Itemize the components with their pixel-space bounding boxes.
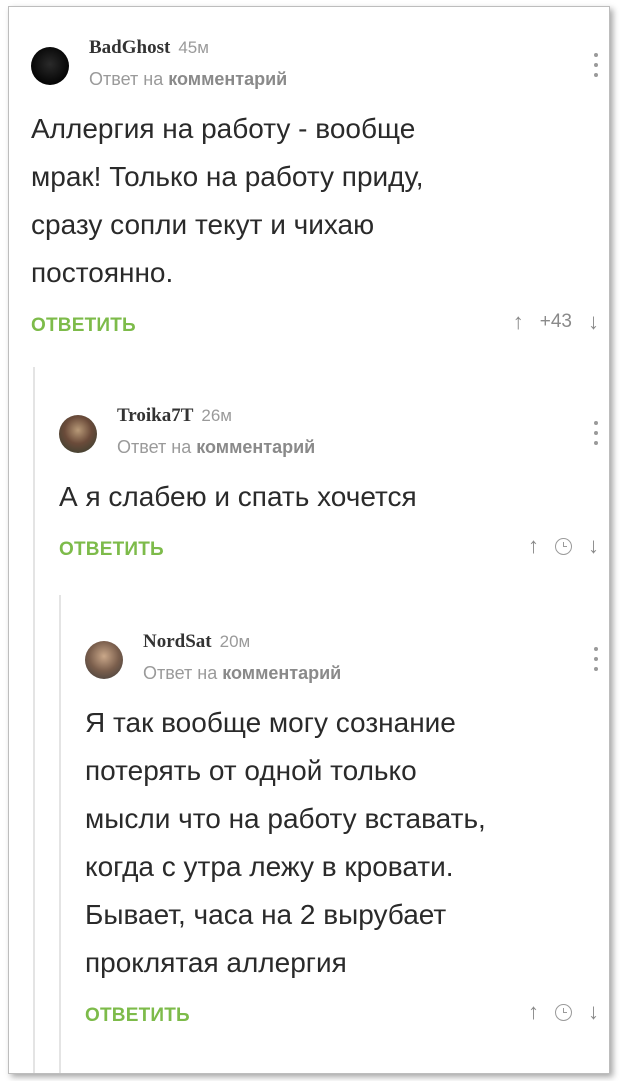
- reply-to-link[interactable]: комментарий: [222, 663, 341, 683]
- comment-text: А я слабею и спать хочется: [59, 473, 601, 521]
- author-nick[interactable]: Troika7T: [117, 405, 193, 426]
- comment-actions: ОТВЕТИТЬ ↑ ↓: [59, 533, 601, 573]
- reply-button[interactable]: ОТВЕТИТЬ: [59, 539, 164, 561]
- comment: BadGhost 45м Ответ на комментарий Аллерги…: [31, 33, 601, 349]
- author-line: NordSat 20м: [143, 631, 250, 653]
- reply-button[interactable]: ОТВЕТИТЬ: [31, 315, 136, 337]
- arrow-up-icon[interactable]: ↑: [513, 311, 524, 333]
- avatar[interactable]: [85, 641, 123, 679]
- comment-header: NordSat 20м Ответ на комментарий: [85, 627, 601, 695]
- comment-score: +43: [539, 311, 572, 332]
- comment-text-line: Аллергия на работу - вообще: [31, 113, 416, 144]
- thread-line: [59, 595, 61, 1073]
- author-line: BadGhost 45м: [89, 37, 209, 59]
- vote-controls: ↑ +43 ↓: [513, 311, 599, 333]
- arrow-down-icon[interactable]: ↓: [588, 1001, 599, 1023]
- comment-text-line: проклятая аллергия: [85, 947, 347, 978]
- comment-header: Troika7T 26м Ответ на комментарий: [59, 401, 601, 469]
- avatar[interactable]: [31, 47, 69, 85]
- comment-text-line: мрак! Только на работу приду,: [31, 161, 424, 192]
- comment-text-line: Я так вообще могу сознание: [85, 707, 456, 738]
- vote-controls: ↑ ↓: [528, 535, 599, 557]
- arrow-down-icon[interactable]: ↓: [588, 311, 599, 333]
- avatar[interactable]: [59, 415, 97, 453]
- arrow-down-icon[interactable]: ↓: [588, 535, 599, 557]
- reply-to-prefix: Ответ на: [89, 69, 164, 89]
- arrow-up-icon[interactable]: ↑: [528, 535, 539, 557]
- reply-to-prefix: Ответ на: [117, 437, 192, 457]
- reply-to-line: Ответ на комментарий: [117, 437, 315, 458]
- comment: NordSat 20м Ответ на комментарий Я так во…: [85, 627, 601, 1039]
- author-nick[interactable]: BadGhost: [89, 37, 170, 58]
- reply-to-prefix: Ответ на: [143, 663, 218, 683]
- comment-text-line: постоянно.: [31, 257, 174, 288]
- clock-icon: [555, 1003, 572, 1021]
- comment-text-line: А я слабею и спать хочется: [59, 481, 417, 512]
- reply-to-line: Ответ на комментарий: [143, 663, 341, 684]
- comment-actions: ОТВЕТИТЬ ↑ +43 ↓: [31, 309, 601, 349]
- more-options-icon[interactable]: [593, 647, 599, 671]
- comment-time: 20м: [219, 632, 251, 651]
- thread-line: [33, 367, 35, 1073]
- comment-header: BadGhost 45м Ответ на комментарий: [31, 33, 601, 101]
- author-nick[interactable]: NordSat: [143, 631, 212, 652]
- comment-text-line: мысли что на работу вставать,: [85, 803, 486, 834]
- vote-controls: ↑ ↓: [528, 1001, 599, 1023]
- reply-to-link[interactable]: комментарий: [168, 69, 287, 89]
- comment-text-line: потерять от одной только: [85, 755, 417, 786]
- comment-text: Аллергия на работу - вообще мрак! Только…: [31, 105, 601, 297]
- reply-button[interactable]: ОТВЕТИТЬ: [85, 1005, 190, 1027]
- comments-screenshot: BadGhost 45м Ответ на комментарий Аллерги…: [8, 6, 610, 1074]
- comment-time: 45м: [178, 38, 209, 57]
- arrow-up-icon[interactable]: ↑: [528, 1001, 539, 1023]
- comment-text-line: сразу сопли текут и чихаю: [31, 209, 375, 240]
- clock-icon: [555, 537, 572, 555]
- author-line: Troika7T 26м: [117, 405, 232, 427]
- comment-text: Я так вообще могу сознание потерять от о…: [85, 699, 601, 987]
- reply-to-line: Ответ на комментарий: [89, 69, 287, 90]
- comment-time: 26м: [201, 406, 232, 425]
- comment-text-line: Бывает, часа на 2 вырубает: [85, 899, 447, 930]
- reply-to-link[interactable]: комментарий: [196, 437, 315, 457]
- comment-text-line: когда с утра лежу в кровати.: [85, 851, 454, 882]
- comment: Troika7T 26м Ответ на комментарий А я сла…: [59, 401, 601, 573]
- comment-actions: ОТВЕТИТЬ ↑ ↓: [85, 999, 601, 1039]
- more-options-icon[interactable]: [593, 53, 599, 77]
- more-options-icon[interactable]: [593, 421, 599, 445]
